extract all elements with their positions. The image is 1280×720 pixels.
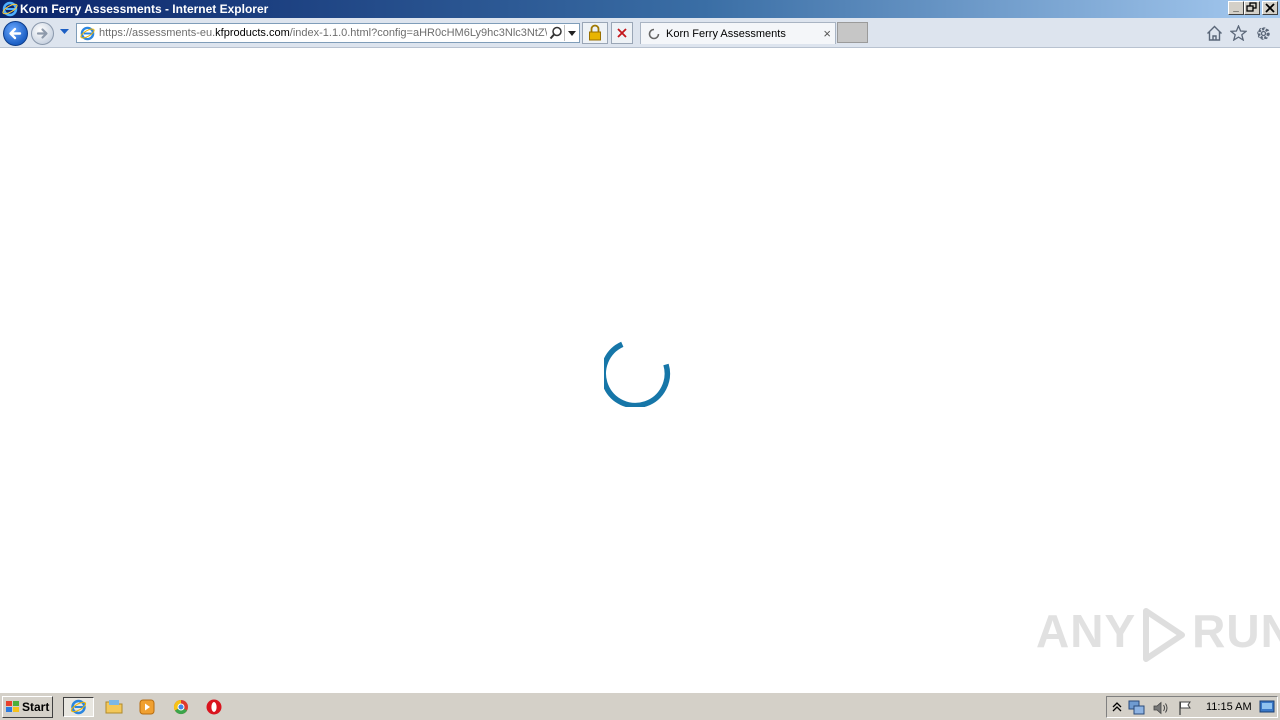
network-icon[interactable] xyxy=(1128,700,1146,716)
search-icon[interactable] xyxy=(549,26,563,40)
site-ie-icon xyxy=(80,26,95,41)
opera-icon xyxy=(206,699,222,715)
windows-flag-icon xyxy=(6,701,19,712)
taskbar-clock[interactable]: 11:15 AM xyxy=(1206,701,1252,713)
media-player-icon xyxy=(139,699,155,715)
taskbar-media-player[interactable] xyxy=(136,697,158,717)
system-tray: 11:15 AM xyxy=(1106,696,1278,718)
watermark-text-left: ANY xyxy=(1036,605,1137,657)
home-icon[interactable] xyxy=(1206,25,1223,41)
internet-explorer-icon xyxy=(2,1,18,17)
restore-button[interactable] xyxy=(1244,1,1260,15)
back-arrow-icon xyxy=(9,27,22,40)
lock-icon xyxy=(589,24,601,41)
back-button[interactable] xyxy=(3,21,28,46)
dropdown-icon xyxy=(568,31,576,36)
internet-explorer-icon xyxy=(70,699,87,715)
watermark-text-right: RUN xyxy=(1192,605,1280,657)
folder-icon xyxy=(105,700,123,714)
url-domain: kfproducts.com xyxy=(215,27,290,39)
action-center-flag-icon[interactable] xyxy=(1177,700,1193,716)
loading-icon xyxy=(648,28,660,40)
recent-pages-dropdown[interactable] xyxy=(59,28,70,36)
forward-arrow-icon xyxy=(36,28,48,39)
play-icon xyxy=(1143,607,1186,662)
minimize-button[interactable]: _ xyxy=(1228,1,1244,15)
restore-icon xyxy=(1246,2,1257,12)
navigation-bar: https://assessments-eu.kfproducts.com/in… xyxy=(0,18,1280,48)
address-bar[interactable]: https://assessments-eu.kfproducts.com/in… xyxy=(76,23,580,43)
minimize-icon: _ xyxy=(1233,2,1239,13)
new-tab-button[interactable] xyxy=(837,22,868,43)
anyrun-watermark: ANY RUN xyxy=(1036,606,1280,663)
tab-title: Korn Ferry Assessments xyxy=(666,28,786,40)
taskbar: Start 11:15 AM xyxy=(0,692,1280,720)
tab-korn-ferry-assessments[interactable]: Korn Ferry Assessments × xyxy=(640,22,836,44)
taskbar-explorer[interactable] xyxy=(103,697,125,717)
page-content: ANY RUN xyxy=(0,48,1280,691)
tab-close-icon[interactable]: × xyxy=(823,26,831,41)
start-label: Start xyxy=(22,700,50,714)
taskbar-opera[interactable] xyxy=(203,697,225,717)
security-report-button[interactable] xyxy=(582,22,608,44)
show-hidden-icons-icon[interactable] xyxy=(1111,700,1123,714)
url-text[interactable]: https://assessments-eu.kfproducts.com/in… xyxy=(99,27,547,39)
address-dropdown-button[interactable] xyxy=(564,25,579,41)
stop-icon xyxy=(617,28,627,38)
url-suffix: /index-1.1.0.html?config=aHR0cHM6Ly9hc3N… xyxy=(289,27,547,39)
title-bar: Korn Ferry Assessments - Internet Explor… xyxy=(0,0,1280,18)
chrome-icon xyxy=(173,699,188,715)
close-window-button[interactable] xyxy=(1262,1,1278,15)
taskbar-internet-explorer[interactable] xyxy=(63,697,94,717)
window-title: Korn Ferry Assessments - Internet Explor… xyxy=(20,2,269,16)
volume-icon[interactable] xyxy=(1152,700,1170,716)
favorites-star-icon[interactable] xyxy=(1230,25,1247,41)
start-button[interactable]: Start xyxy=(2,696,53,718)
url-prefix: https://assessments-eu. xyxy=(99,27,216,39)
show-desktop-icon[interactable] xyxy=(1259,699,1275,715)
taskbar-chrome[interactable] xyxy=(170,697,192,717)
forward-button[interactable] xyxy=(31,22,54,45)
close-icon xyxy=(1265,3,1275,13)
stop-button[interactable] xyxy=(611,22,633,44)
loading-spinner xyxy=(604,341,671,407)
gear-icon[interactable] xyxy=(1255,25,1272,42)
